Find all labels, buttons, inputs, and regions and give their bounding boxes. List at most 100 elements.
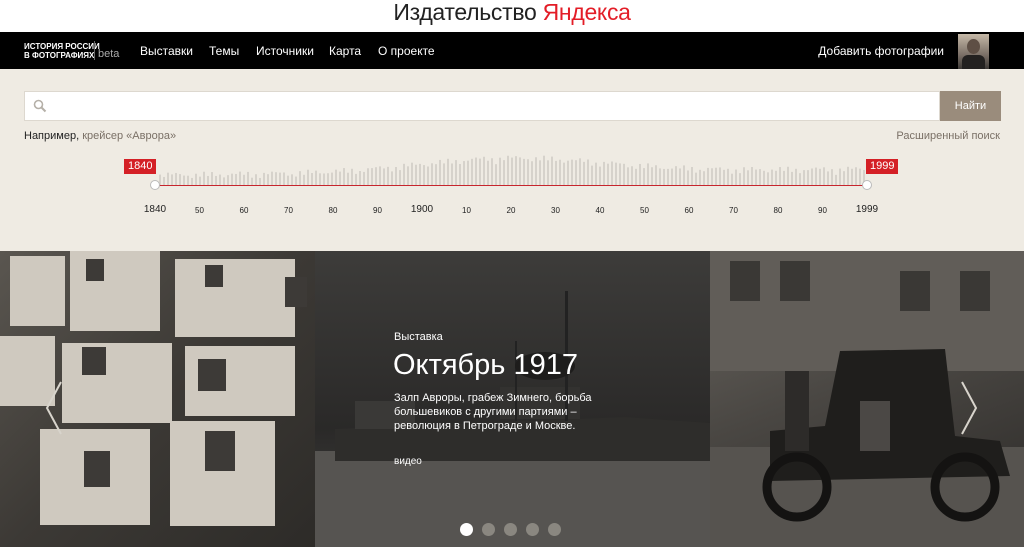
timeline-bar bbox=[291, 174, 293, 185]
search-example-prefix: Например, bbox=[24, 130, 80, 142]
nav-item-exhibitions[interactable]: Выставки bbox=[140, 44, 193, 58]
search-example-link[interactable]: крейсер «Аврора» bbox=[82, 130, 176, 142]
timeline-bar bbox=[507, 155, 509, 185]
carousel-dot[interactable] bbox=[482, 523, 495, 536]
publisher-bar: Издательство Яндекса bbox=[0, 0, 1024, 32]
hero-kind: Выставка bbox=[394, 331, 443, 343]
timeline-bar bbox=[735, 169, 737, 185]
carousel-dot[interactable] bbox=[548, 523, 561, 536]
chevron-right-icon[interactable] bbox=[958, 380, 980, 436]
timeline-bar bbox=[787, 166, 789, 185]
timeline-bar bbox=[351, 168, 353, 185]
timeline-bar bbox=[779, 167, 781, 185]
timeline-bar bbox=[583, 161, 585, 185]
timeline-bar bbox=[355, 173, 357, 185]
hero-title[interactable]: Октябрь 1917 bbox=[393, 349, 578, 382]
publisher-title-part2: Яндекса bbox=[542, 0, 631, 25]
timeline-bar bbox=[635, 168, 637, 185]
timeline-bar bbox=[403, 163, 405, 185]
hero-video-link[interactable]: видео bbox=[394, 456, 422, 467]
timeline-bar bbox=[759, 169, 761, 185]
nav-item-themes[interactable]: Темы bbox=[209, 44, 239, 58]
timeline-bar bbox=[699, 169, 701, 185]
timeline-bar bbox=[579, 158, 581, 185]
timeline-bar bbox=[219, 174, 221, 185]
timeline-bar bbox=[567, 160, 569, 185]
timeline-bar bbox=[639, 163, 641, 185]
timeline-bar bbox=[807, 170, 809, 185]
timeline-bar bbox=[327, 173, 329, 185]
timeline-bar bbox=[295, 176, 297, 185]
timeline-histogram[interactable] bbox=[155, 152, 867, 188]
timeline-bar bbox=[235, 173, 237, 185]
timeline-bar bbox=[359, 171, 361, 185]
avatar[interactable] bbox=[958, 34, 989, 69]
timeline-bar bbox=[207, 175, 209, 185]
timeline-bar bbox=[187, 175, 189, 185]
timeline-end-handle[interactable] bbox=[862, 180, 872, 190]
timeline-tick-label: 80 bbox=[328, 206, 338, 215]
timeline-bar bbox=[339, 171, 341, 185]
carousel-dot[interactable] bbox=[460, 523, 473, 536]
timeline-bar bbox=[195, 173, 197, 185]
search-icon bbox=[33, 99, 47, 113]
timeline-bar bbox=[603, 161, 605, 185]
timeline-bar bbox=[395, 167, 397, 185]
timeline-bar bbox=[247, 171, 249, 185]
timeline-bar bbox=[671, 168, 673, 185]
timeline-bar bbox=[651, 167, 653, 185]
timeline-bar bbox=[743, 167, 745, 185]
timeline-bar bbox=[275, 172, 277, 185]
timeline-bar bbox=[859, 168, 861, 185]
timeline-bar bbox=[619, 163, 621, 185]
advanced-search-link[interactable]: Расширенный поиск bbox=[896, 130, 1000, 142]
timeline-bar bbox=[683, 165, 685, 185]
timeline-bar bbox=[751, 167, 753, 185]
timeline-bar bbox=[263, 172, 265, 185]
add-photos-link[interactable]: Добавить фотографии bbox=[818, 44, 944, 58]
search-input[interactable] bbox=[57, 96, 927, 116]
timeline-bar bbox=[815, 167, 817, 185]
site-logo[interactable]: ИСТОРИЯ РОССИИ В ФОТОГРАФИЯХ bbox=[24, 42, 100, 60]
publisher-title-part1: Издательство bbox=[393, 0, 537, 25]
timeline-bar bbox=[503, 160, 505, 185]
timeline-bar bbox=[855, 167, 857, 185]
chevron-left-icon[interactable] bbox=[43, 380, 65, 436]
timeline-tick-label: 50 bbox=[640, 206, 649, 215]
timeline-bar bbox=[843, 171, 845, 185]
timeline-bar bbox=[523, 158, 525, 185]
timeline-bar bbox=[455, 160, 457, 185]
timeline-bar bbox=[191, 177, 193, 185]
timeline-bar bbox=[819, 168, 821, 185]
timeline-bar bbox=[711, 168, 713, 185]
portrait-photo bbox=[205, 265, 223, 287]
timeline-bar bbox=[175, 172, 177, 185]
nav-item-about[interactable]: О проекте bbox=[378, 44, 435, 58]
nav-item-map[interactable]: Карта bbox=[329, 44, 361, 58]
timeline-bar bbox=[371, 168, 373, 185]
timeline-bar bbox=[203, 171, 205, 185]
timeline-bar bbox=[723, 169, 725, 185]
timeline-bar bbox=[423, 165, 425, 185]
timeline-bar bbox=[391, 171, 393, 185]
timeline-bar bbox=[307, 169, 309, 185]
publisher-title[interactable]: Издательство Яндекса bbox=[0, 0, 1024, 24]
timeline-tick-label: 90 bbox=[373, 206, 382, 215]
carousel-dot[interactable] bbox=[526, 523, 539, 536]
site-logo-line2: В ФОТОГРАФИЯХ bbox=[24, 51, 95, 60]
timeline-bar bbox=[799, 173, 801, 185]
timeline-bar bbox=[563, 162, 565, 185]
timeline-bar bbox=[419, 163, 421, 185]
timeline-bar bbox=[715, 167, 717, 185]
timeline-start-handle[interactable] bbox=[150, 180, 160, 190]
timeline-bar bbox=[495, 164, 497, 185]
timeline-bar bbox=[847, 166, 849, 185]
timeline-bar bbox=[491, 158, 493, 185]
timeline-bar bbox=[255, 174, 257, 185]
timeline-bar bbox=[479, 158, 481, 185]
timeline-bar bbox=[347, 172, 349, 185]
search-button[interactable]: Найти bbox=[940, 91, 1001, 121]
timeline-tick-label: 70 bbox=[729, 206, 738, 215]
nav-item-sources[interactable]: Источники bbox=[256, 44, 314, 58]
carousel-dot[interactable] bbox=[504, 523, 517, 536]
